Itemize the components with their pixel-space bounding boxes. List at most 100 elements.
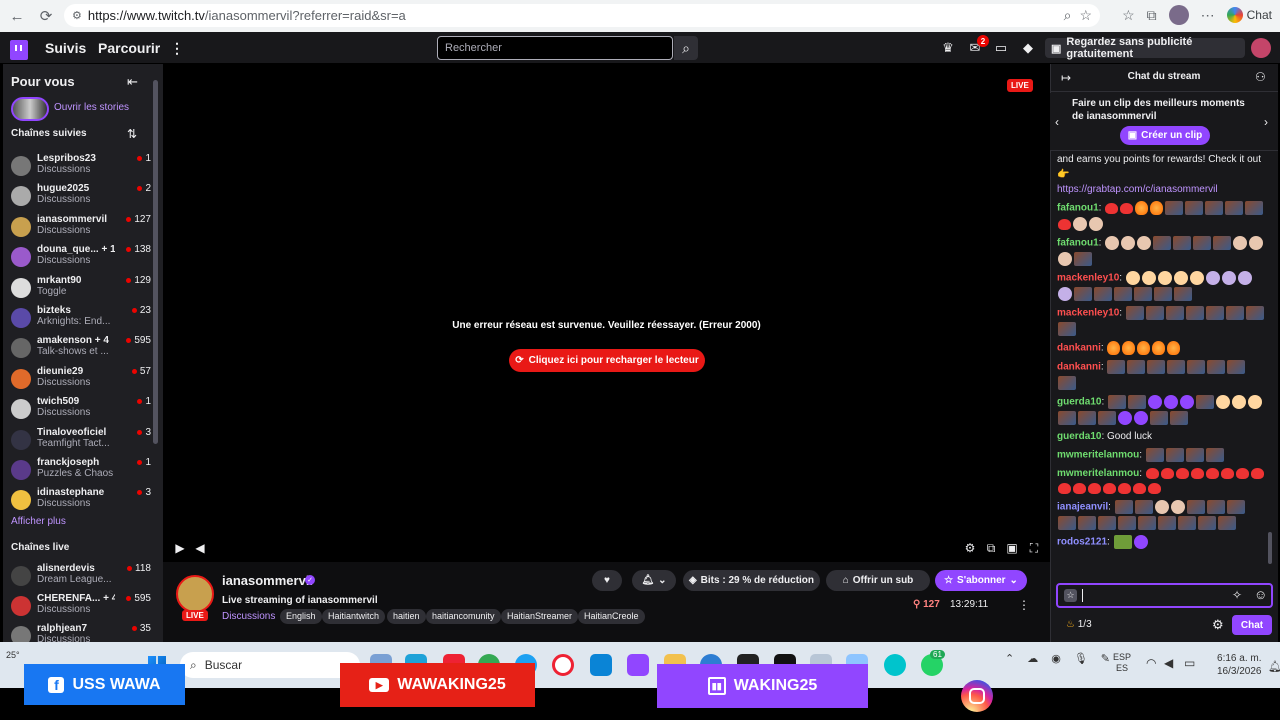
emote-icon[interactable] [1167, 341, 1181, 355]
emote-icon[interactable] [1125, 306, 1144, 320]
emote-icon[interactable] [1074, 252, 1092, 266]
emote-icon[interactable] [1205, 306, 1224, 320]
emote-icon[interactable] [1058, 516, 1076, 530]
emote-icon[interactable] [1165, 306, 1184, 320]
emote-icon[interactable] [1165, 201, 1184, 215]
emote-icon[interactable] [1158, 516, 1176, 530]
emote-icon[interactable] [1198, 516, 1216, 530]
profile-avatar[interactable] [1168, 5, 1189, 25]
app-tray-icon[interactable]: ◉ [1051, 652, 1061, 665]
chevron-up-icon[interactable]: ⌃ [1005, 652, 1014, 665]
opera-icon[interactable] [552, 654, 574, 676]
emote-icon[interactable] [1125, 271, 1140, 285]
emote-icon[interactable] [1225, 306, 1244, 320]
bookmark-star-icon[interactable]: ☆ [1079, 7, 1092, 24]
speaker-icon[interactable]: ◀ [1164, 656, 1173, 670]
settings-icon[interactable]: ⚙ [962, 540, 978, 556]
streamer-name[interactable]: ianasommervil [222, 573, 313, 588]
gift-sub-button[interactable]: ⌂ Offrir un sub [826, 570, 930, 591]
battery-icon[interactable]: ▭ [1184, 656, 1195, 670]
reload-player-button[interactable]: ⟳ Cliquez ici pour recharger le lecteur [509, 349, 705, 372]
emote-icon[interactable] [1118, 411, 1132, 425]
emote-icon[interactable] [1154, 500, 1169, 514]
emote-icon[interactable] [1180, 395, 1195, 409]
rewards-icon[interactable]: ☆ [1064, 589, 1077, 602]
emote-icon[interactable] [1187, 360, 1206, 374]
emote-icon[interactable] [1170, 500, 1185, 514]
chat-settings-icon[interactable]: ⚙ [1212, 617, 1224, 633]
stories-avatars[interactable] [11, 97, 49, 121]
channel-item[interactable]: idinastephane Discussions 3 [11, 487, 151, 517]
channel-item[interactable]: douna_que... + 1 Discussions 138 [11, 244, 151, 274]
emote-icon[interactable] [1103, 482, 1116, 494]
chat-username[interactable]: dankanni [1057, 343, 1101, 354]
favorites-icon[interactable]: ☆ [1122, 7, 1135, 24]
chat-username[interactable]: mackenley10 [1057, 308, 1119, 319]
emote-icon[interactable] [1141, 271, 1156, 285]
more-vertical-icon[interactable]: ⋮ [170, 40, 184, 57]
emote-icon[interactable] [1221, 271, 1236, 285]
emote-icon[interactable] [1121, 236, 1136, 250]
search-input[interactable]: Rechercher [437, 36, 673, 60]
emote-icon[interactable] [1160, 467, 1174, 479]
streamer-avatar[interactable] [176, 575, 214, 613]
emote-icon[interactable] [1248, 395, 1263, 409]
video-player[interactable] [163, 64, 1050, 562]
stream-tag[interactable]: HaitianStreamer [501, 609, 579, 624]
send-chat-button[interactable]: Chat [1232, 615, 1272, 635]
prime-crown-icon[interactable]: ♛ [940, 40, 956, 56]
chat-input[interactable]: ☆ ✧ ☺ [1056, 583, 1273, 608]
emote-icon[interactable] [1134, 411, 1148, 425]
user-avatar[interactable] [1251, 38, 1271, 58]
wifi-icon[interactable]: ◠ [1146, 656, 1156, 670]
chat-username[interactable]: fafanou1 [1057, 238, 1099, 249]
chat-username[interactable]: mwmeritelanmou [1057, 450, 1139, 461]
emote-icon[interactable] [1058, 252, 1072, 266]
emote-icon[interactable] [1118, 516, 1136, 530]
channel-item[interactable]: franckjoseph Puzzles & Chaos 1 [11, 457, 151, 487]
emote-icon[interactable] [1185, 306, 1204, 320]
emote-icon[interactable] [1157, 271, 1172, 285]
fullscreen-icon[interactable]: ⛶ [1026, 540, 1042, 556]
collapse-sidebar-icon[interactable]: ⇤ [127, 74, 138, 90]
emote-icon[interactable] [1120, 202, 1134, 214]
emote-icon[interactable] [1152, 341, 1166, 355]
bits-icon[interactable]: ◆ [1020, 40, 1036, 56]
channel-item[interactable]: ianasommervil Discussions 127 [11, 214, 151, 244]
emote-icon[interactable] [1186, 500, 1205, 514]
emote-icon[interactable] [1150, 411, 1168, 425]
emote-icon[interactable] [1245, 201, 1264, 215]
emote-icon[interactable] [1058, 287, 1072, 301]
emote-icon[interactable] [1134, 500, 1153, 514]
emote-icon[interactable] [1133, 482, 1146, 494]
weather-widget[interactable]: 25° [6, 650, 20, 660]
emote-icon[interactable] [1089, 217, 1103, 231]
emote-icon[interactable] [1220, 467, 1234, 479]
emote-icon[interactable] [1118, 482, 1131, 494]
ad-free-promo-button[interactable]: ▣ Regardez sans publicité gratuitement [1045, 36, 1245, 60]
chat-link[interactable]: https://grabtap.com/c/ianasommervil [1057, 184, 1218, 195]
emote-icon[interactable] [1154, 287, 1172, 301]
emote-icon[interactable] [1190, 467, 1204, 479]
chat-username[interactable]: guerda10 [1057, 431, 1101, 442]
emote-icon[interactable] [1148, 482, 1161, 494]
emote-icon[interactable] [1108, 395, 1127, 409]
emote-icon[interactable] [1147, 360, 1166, 374]
stream-tag[interactable]: haitiancomunity [426, 609, 501, 624]
emote-icon[interactable] [1216, 395, 1231, 409]
emote-icon[interactable] [1058, 322, 1076, 336]
emote-icon[interactable] [1150, 201, 1164, 215]
emote-icon[interactable] [1235, 467, 1249, 479]
emote-icon[interactable] [1074, 287, 1092, 301]
chevron-right-icon[interactable]: › [1264, 115, 1268, 129]
emote-icon[interactable] [1249, 236, 1264, 250]
emote-icon[interactable] [1165, 448, 1184, 462]
emote-icon[interactable] [1207, 360, 1226, 374]
chevron-left-icon[interactable]: ‹ [1055, 115, 1059, 129]
sidebar-scrollbar[interactable] [153, 80, 158, 444]
emote-icon[interactable] [1105, 202, 1119, 214]
more-options-icon[interactable]: ⋮ [1018, 598, 1030, 612]
channel-item[interactable]: Tinaloveoficiel Teamfight Tact... 3 [11, 427, 151, 457]
community-users-icon[interactable]: ⚇ [1255, 70, 1266, 84]
chat-username[interactable]: mackenley10 [1057, 273, 1119, 284]
